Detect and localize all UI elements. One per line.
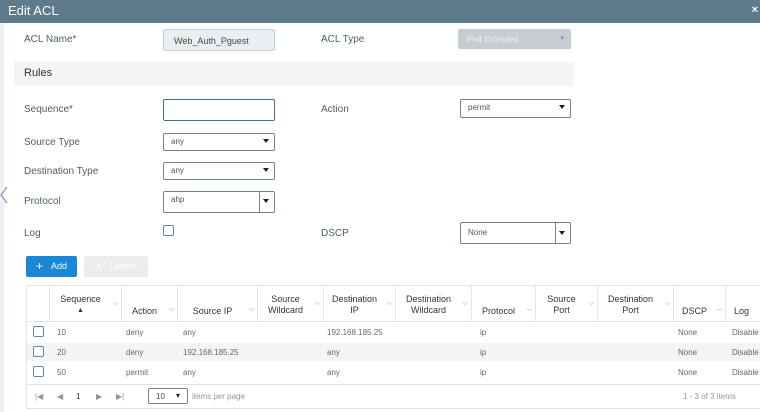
chevron-down-icon [263, 168, 269, 172]
row-checkbox[interactable] [33, 346, 44, 357]
chevron-down-icon [263, 139, 269, 143]
acl-type-select: IPv4 Extended ▾ [458, 29, 571, 49]
rules-title: Rules [24, 67, 53, 79]
table-header: Sequence ▲ ⌵ Action ⌵ Source IP ⌵ Source… [27, 286, 760, 322]
acl-name-label: ACL Name* [24, 34, 77, 45]
filter-icon[interactable]: ⌵ [463, 300, 468, 308]
filter-icon[interactable]: ⌵ [387, 300, 392, 308]
prev-page-icon[interactable]: ◀ [57, 392, 63, 401]
select-divider [259, 192, 260, 212]
source-type-select[interactable]: any [163, 133, 275, 151]
chevron-down-icon [559, 105, 565, 109]
header-log[interactable]: Log [725, 286, 760, 322]
sort-ascending-icon: ▲ [77, 307, 84, 314]
protocol-label: Protocol [24, 196, 61, 207]
action-select[interactable]: permit [460, 99, 571, 118]
header-sequence[interactable]: Sequence ▲ ⌵ [49, 286, 121, 322]
destination-type-select[interactable]: any [163, 162, 275, 180]
header-source-port[interactable]: Source Port ⌵ [535, 286, 597, 322]
filter-icon[interactable]: ⌵ [315, 300, 320, 308]
items-per-page-value: 10 [156, 392, 165, 401]
header-source-wildcard[interactable]: Source Wildcard ⌵ [257, 286, 323, 322]
pagination-bar: |◀ ◀ 1 ▶ ▶| 10 ▾ items per page 1 - 3 of… [27, 384, 760, 408]
select-divider [555, 223, 556, 243]
dialog-titlebar: Edit ACL × [0, 0, 760, 23]
header-destination-ip[interactable]: Destination IP ⌵ [323, 286, 395, 322]
plus-icon: + [36, 259, 44, 273]
sequence-input[interactable] [163, 99, 275, 121]
filter-icon[interactable]: ⌵ [589, 300, 594, 308]
dscp-value: None [468, 228, 488, 237]
filter-icon[interactable]: ⌵ [665, 300, 670, 308]
log-label: Log [24, 228, 41, 239]
chevron-down-icon [559, 231, 565, 235]
protocol-select[interactable]: ahp [163, 191, 275, 213]
protocol-value: ahp [171, 195, 185, 204]
last-page-icon[interactable]: ▶| [116, 392, 124, 401]
rules-table: Sequence ▲ ⌵ Action ⌵ Source IP ⌵ Source… [26, 285, 760, 409]
destination-type-label: Destination Type [24, 166, 99, 177]
filter-icon[interactable]: ⌵ [717, 306, 722, 314]
filter-icon[interactable]: ⌵ [527, 306, 532, 314]
sequence-label: Sequence* [24, 104, 73, 115]
first-page-icon[interactable]: |◀ [35, 392, 43, 401]
next-page-icon[interactable]: ▶ [96, 392, 102, 401]
items-per-page-select[interactable]: 10 ▾ [148, 388, 188, 404]
add-button-label: Add [51, 261, 68, 271]
chevron-down-icon: ▾ [560, 35, 564, 42]
destination-type-value: any [171, 166, 184, 175]
chevron-down-icon [263, 199, 269, 203]
table-row[interactable]: 20 deny 192.168.185.25 any ip None Disab… [27, 343, 760, 361]
log-checkbox[interactable] [163, 225, 174, 236]
pagination-summary: 1 - 3 of 3 items [683, 392, 736, 401]
header-protocol[interactable]: Protocol ⌵ [471, 286, 535, 322]
dscp-select[interactable]: None [460, 222, 571, 244]
acl-name-field: Web_Auth_Pguest [163, 29, 275, 51]
dialog-title: Edit ACL [8, 3, 59, 18]
action-label: Action [321, 104, 349, 115]
filter-icon[interactable]: ⌵ [113, 300, 118, 308]
chevron-down-icon: ▾ [176, 391, 181, 400]
delete-button[interactable]: × Delete [84, 256, 148, 277]
row-checkbox[interactable] [33, 366, 44, 377]
header-source-ip[interactable]: Source IP ⌵ [177, 286, 257, 322]
row-checkbox[interactable] [33, 326, 44, 337]
filter-icon[interactable]: ⌵ [169, 306, 174, 314]
items-per-page-label: items per page [192, 392, 245, 401]
close-icon: × [96, 261, 102, 271]
rules-section-header: Rules [14, 62, 574, 86]
header-action[interactable]: Action ⌵ [121, 286, 177, 322]
source-type-label: Source Type [24, 137, 80, 148]
source-type-value: any [171, 137, 184, 146]
dscp-label: DSCP [321, 228, 349, 239]
delete-button-label: Delete [110, 261, 137, 271]
add-button[interactable]: + Add [26, 256, 77, 277]
acl-type-value: IPv4 Extended [466, 35, 519, 44]
acl-name-value: Web_Auth_Pguest [174, 36, 249, 46]
table-row[interactable]: 10 deny any 192.168.185.25 ip None Disab… [27, 323, 760, 341]
filter-icon[interactable]: ⌵ [249, 306, 254, 314]
header-destination-wildcard[interactable]: Destination Wildcard ⌵ [395, 286, 471, 322]
table-row[interactable]: 50 permit any any ip None Disable [27, 363, 760, 381]
header-dscp[interactable]: DSCP ⌵ [673, 286, 725, 322]
action-value: permit [468, 103, 491, 112]
left-panel-edge [0, 23, 4, 412]
current-page[interactable]: 1 [76, 392, 80, 401]
header-destination-port[interactable]: Destination Port ⌵ [597, 286, 673, 322]
chevron-left-icon[interactable] [0, 186, 8, 204]
close-icon[interactable]: × [752, 4, 758, 16]
acl-type-label: ACL Type [321, 34, 365, 45]
